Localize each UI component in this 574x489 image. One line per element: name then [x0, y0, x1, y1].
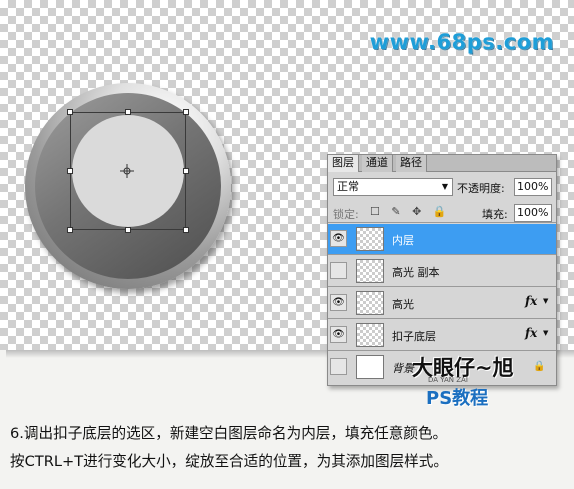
layer-thumbnail	[356, 323, 384, 347]
transform-handle-top-right[interactable]	[183, 109, 189, 115]
tab-layers[interactable]: 图层	[328, 155, 359, 172]
fill-label: 填充:	[482, 208, 508, 221]
blend-mode-select[interactable]: 正常 ▼	[333, 178, 453, 196]
layer-name: 扣子底层	[392, 330, 436, 343]
layer-thumbnail	[356, 291, 384, 315]
visibility-toggle-empty[interactable]	[330, 358, 347, 375]
layer-row-highlight[interactable]: 👁 高光 fx ▼	[328, 288, 556, 319]
instruction-caption: 6.调出扣子底层的选区，新建空白图层命名为内层，填充任意颜色。 按CTRL+T进…	[10, 420, 570, 476]
lock-icon: 🔒	[533, 361, 546, 372]
lock-label: 锁定:	[333, 208, 359, 221]
expand-arrow-icon[interactable]: ▼	[543, 329, 548, 337]
chevron-down-icon: ▼	[441, 182, 448, 191]
visibility-toggle-empty[interactable]	[330, 262, 347, 279]
lock-row: 锁定: ☐ ✎ ✥ 🔒 填充: 100%	[328, 201, 556, 223]
blend-mode-value: 正常	[337, 180, 359, 193]
layer-name: 高光 副本	[392, 266, 440, 279]
eye-icon[interactable]: 👁	[330, 326, 347, 343]
caption-line-1: 6.调出扣子底层的选区，新建空白图层命名为内层，填充任意颜色。	[10, 425, 448, 442]
tab-channels[interactable]: 通道	[362, 155, 393, 172]
eye-icon[interactable]: 👁	[330, 294, 347, 311]
panel-tabs: 图层 通道 路径	[328, 155, 556, 172]
layer-name: 内层	[392, 234, 414, 247]
layer-thumbnail	[356, 355, 384, 379]
layer-row-inner[interactable]: 👁 内层	[328, 224, 556, 255]
layer-effects-icon[interactable]: fx	[525, 294, 537, 308]
site-watermark: www.68ps.com	[369, 30, 554, 54]
layer-thumbnail	[356, 227, 384, 251]
transform-handle-top-middle[interactable]	[125, 109, 131, 115]
transform-center-crosshair-icon[interactable]	[120, 164, 134, 178]
transform-handle-bottom-left[interactable]	[67, 227, 73, 233]
eye-icon[interactable]: 👁	[330, 230, 347, 247]
layer-name: 背景	[392, 362, 414, 375]
blend-row: 正常 ▼ 不透明度: 100%	[328, 175, 556, 197]
author-pinyin: DA YAN ZAI	[428, 376, 468, 384]
lock-options-icon[interactable]: ☐ ✎ ✥ 🔒	[370, 205, 450, 218]
fill-input[interactable]: 100%	[514, 204, 552, 222]
transform-handle-bottom-right[interactable]	[183, 227, 189, 233]
layer-effects-icon[interactable]: fx	[525, 326, 537, 340]
layer-name: 高光	[392, 298, 414, 311]
tutorial-watermark: PS教程	[426, 388, 489, 409]
transform-handle-middle-left[interactable]	[67, 168, 73, 174]
transform-handle-top-left[interactable]	[67, 109, 73, 115]
layer-row-button-base[interactable]: 👁 扣子底层 fx ▼	[328, 320, 556, 351]
caption-line-2: 按CTRL+T进行变化大小，绽放至合适的位置，为其添加图层样式。	[10, 453, 448, 470]
expand-arrow-icon[interactable]: ▼	[543, 297, 548, 305]
transform-handle-middle-right[interactable]	[183, 168, 189, 174]
tab-paths[interactable]: 路径	[396, 155, 427, 172]
opacity-input[interactable]: 100%	[514, 178, 552, 196]
layer-thumbnail	[356, 259, 384, 283]
opacity-label: 不透明度:	[457, 182, 505, 195]
transform-handle-bottom-middle[interactable]	[125, 227, 131, 233]
layer-row-highlight-copy[interactable]: 高光 副本	[328, 256, 556, 287]
